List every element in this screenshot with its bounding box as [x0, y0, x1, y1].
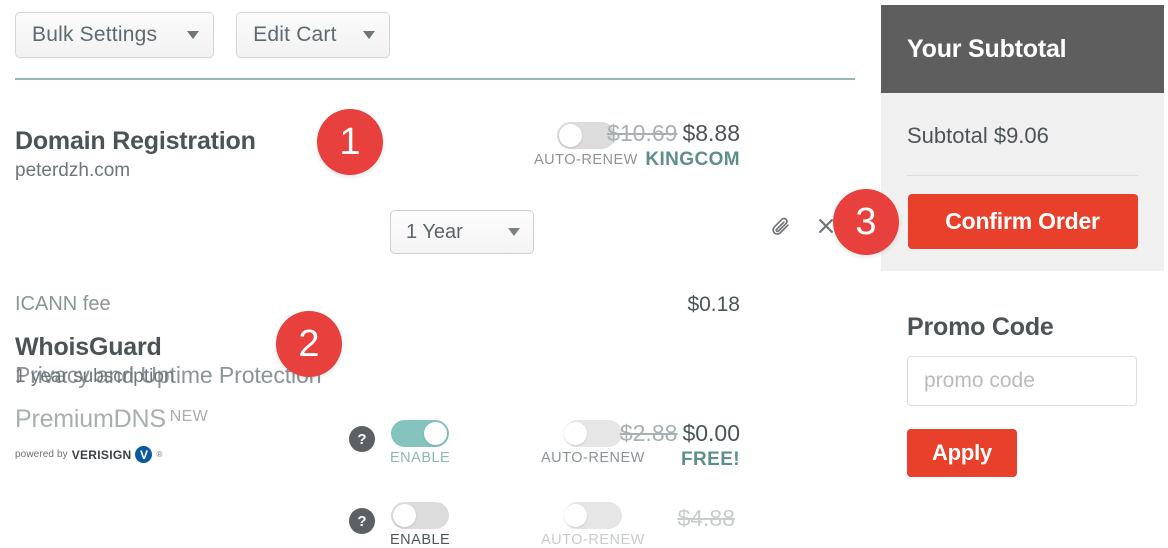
bulk-settings-label: Bulk Settings: [32, 23, 158, 46]
edit-cart-dropdown[interactable]: Edit Cart: [236, 12, 390, 58]
subtotal-amount-line: Subtotal $9.06: [907, 123, 1049, 148]
annotation-badge-2: 2: [276, 311, 342, 377]
domain-price-original: $10.69: [607, 120, 678, 146]
cart-row-domain-registration: Domain Registration peterdzh.com 1 Year …: [0, 90, 860, 254]
icann-fee-label: ICANN fee: [15, 293, 111, 315]
premiumdns-enable-toggle[interactable]: [391, 502, 450, 529]
registration-term-select[interactable]: 1 Year: [390, 210, 534, 254]
chevron-down-icon: [508, 228, 520, 236]
domain-registration-title: Domain Registration: [15, 127, 256, 155]
premiumdns-help-glyph: ?: [357, 512, 367, 530]
subtotal-divider: [907, 175, 1138, 176]
verisign-registered-mark: ®: [156, 450, 163, 459]
cart-row-premiumdns: PremiumDNS NEW powered by VERISIGN V ® ? …: [0, 405, 860, 548]
premiumdns-price-block: $4.88: [555, 505, 740, 532]
annotation-badge-3: 3: [833, 189, 899, 255]
whoisguard-help-glyph: ?: [357, 430, 367, 448]
verisign-logo: powered by VERISIGN V ®: [15, 446, 208, 463]
whoisguard-subtitle: 1 year subscription: [15, 366, 175, 387]
premiumdns-price-original: $4.88: [677, 505, 735, 531]
whoisguard-help-icon[interactable]: ?: [349, 426, 375, 452]
domain-price-current: $8.88: [682, 120, 740, 146]
cart-row-whoisguard: WhoisGuard 1 year subscription ? ENABLE …: [0, 325, 860, 470]
premiumdns-title-wrap: PremiumDNS NEW: [15, 405, 208, 434]
domain-row-actions: [770, 216, 836, 241]
premiumdns-auto-renew-label: AUTO-RENEW: [541, 532, 645, 548]
registration-term-value: 1 Year: [406, 220, 463, 243]
promo-code-heading: Promo Code: [907, 313, 1054, 341]
icann-fee-amount: $0.18: [687, 293, 740, 316]
verisign-powered-by-label: powered by: [15, 449, 68, 460]
attachment-icon[interactable]: [770, 216, 790, 241]
section-divider: [15, 78, 855, 80]
order-sidebar: Your Subtotal Subtotal $9.06 Confirm Ord…: [881, 5, 1164, 477]
confirm-order-button[interactable]: Confirm Order: [907, 194, 1138, 249]
premiumdns-help-icon[interactable]: ?: [349, 508, 375, 534]
edit-cart-label: Edit Cart: [253, 23, 337, 46]
apply-promo-button[interactable]: Apply: [907, 429, 1017, 477]
cart-toolbar: Bulk Settings Edit Cart: [15, 12, 390, 58]
annotation-badge-1: 1: [317, 109, 383, 175]
subtotal-card-header: Your Subtotal: [881, 5, 1164, 93]
promo-code-input[interactable]: [907, 356, 1137, 406]
domain-promo-tag: KINGCOM: [645, 149, 740, 170]
chevron-down-icon: [362, 31, 375, 39]
domain-name: peterdzh.com: [15, 160, 131, 181]
premiumdns-title: PremiumDNS: [15, 405, 166, 433]
premiumdns-new-tag: NEW: [169, 407, 209, 425]
subtotal-heading: Your Subtotal: [907, 34, 1067, 63]
verisign-mark-glyph: V: [139, 447, 148, 462]
bulk-settings-dropdown[interactable]: Bulk Settings: [15, 12, 215, 58]
subtotal-card: Your Subtotal Subtotal $9.06 Confirm Ord…: [881, 5, 1164, 271]
verisign-brand-label: VERISIGN: [71, 447, 132, 462]
premiumdns-enable-toggle-wrap: ENABLE: [390, 502, 450, 548]
toggle-knob: [393, 504, 417, 527]
verisign-mark-icon: V: [135, 446, 153, 463]
whoisguard-title: WhoisGuard: [15, 333, 162, 361]
chevron-down-icon: [187, 31, 200, 39]
premiumdns-enable-label: ENABLE: [390, 532, 451, 548]
domain-price-block: $10.69 $8.88 KINGCOM: [555, 120, 740, 171]
